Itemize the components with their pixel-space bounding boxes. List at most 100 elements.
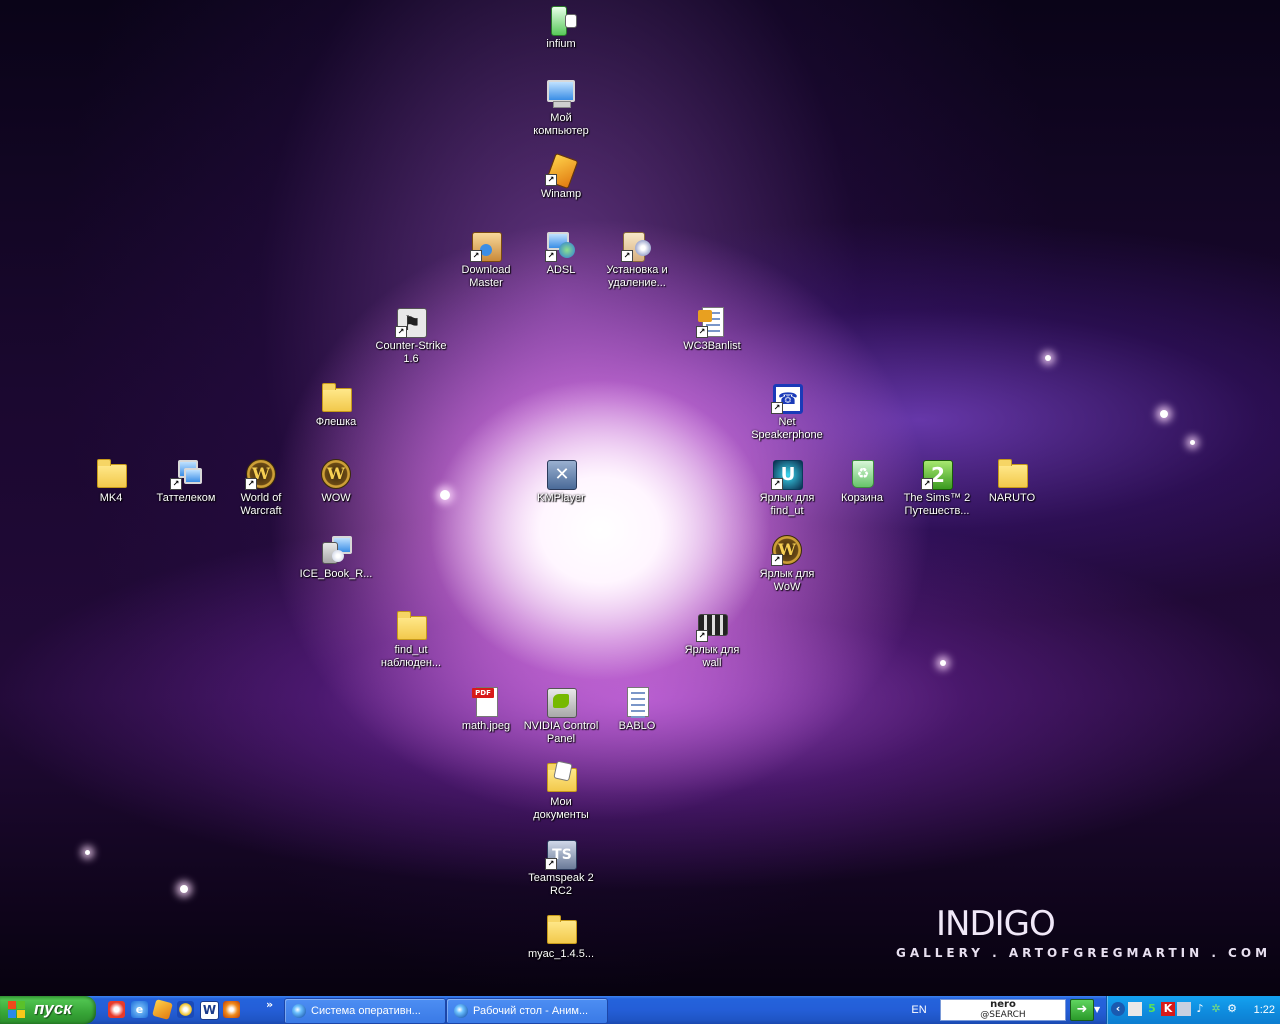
desktop[interactable]: INDIGO GALLERY . ARTOFGREGMARTIN . COM i…	[0, 0, 1280, 996]
desktop-icon-mk4[interactable]: MK4	[73, 458, 149, 505]
folder-icon	[996, 458, 1028, 490]
windows-logo-icon	[8, 1001, 26, 1019]
opera-icon[interactable]	[108, 1001, 125, 1018]
folder-icon	[95, 458, 127, 490]
desktop-icon-recycle-bin[interactable]: ♻ Корзина	[824, 458, 900, 505]
nero-brand: nero	[990, 999, 1016, 1010]
kaspersky-icon[interactable]: K	[1161, 1002, 1175, 1016]
desktop-icon-infium[interactable]: infium	[523, 4, 599, 51]
add-remove-programs-icon: ↗	[621, 230, 653, 262]
tray-network-icon[interactable]: ✲	[1209, 1002, 1223, 1016]
desktop-icon-world-of-warcraft[interactable]: W ↗ World of Warcraft	[223, 458, 299, 518]
desktop-icon-kmplayer[interactable]: ✕ KMPlayer	[523, 458, 599, 505]
nero-dropdown-icon[interactable]: ▼	[1094, 996, 1104, 1024]
icon-label: Мой компьютер	[533, 112, 589, 137]
speakerphone-icon: ☎ ↗	[771, 382, 803, 414]
network-icon[interactable]	[1128, 1002, 1142, 1016]
desktop-icon-net-speakerphone[interactable]: ☎ ↗ Net Speakerphone	[749, 382, 825, 442]
icon-label: Таттелеком	[156, 492, 216, 504]
icon-label: Корзина	[841, 492, 883, 504]
show-hidden-icons-button[interactable]: ‹	[1111, 1002, 1125, 1016]
icon-label: Ярлык для WoW	[759, 568, 815, 593]
desktop-icon-naruto[interactable]: NARUTO	[974, 458, 1050, 505]
task-label: Система оперативн...	[311, 1005, 421, 1017]
shortcut-arrow-icon: ↗	[696, 630, 708, 642]
desktop-icon-add-remove-programs[interactable]: ↗ Установка и удаление...	[599, 230, 675, 290]
world-of-warcraft-icon: W	[320, 458, 352, 490]
media-player-icon[interactable]	[177, 1001, 194, 1018]
desktop-icon-fleshka[interactable]: Флешка	[298, 382, 374, 429]
icon-label: ICE_Book_R...	[299, 568, 373, 580]
desktop-icon-my-documents[interactable]: Мои документы	[523, 760, 599, 822]
star-sparkle	[1045, 355, 1051, 361]
desktop-icon-shortcut-wall[interactable]: ↗ Ярлык для wall	[674, 610, 750, 670]
nero-search-go-button[interactable]: ➜	[1070, 999, 1094, 1021]
quick-launch-more-button[interactable]: »	[266, 998, 273, 1011]
nero-search-field[interactable]: nero @SEARCH	[940, 999, 1066, 1021]
task-label: Рабочий стол - Аним...	[473, 1005, 589, 1017]
icon-label: KMPlayer	[537, 492, 585, 504]
infium-icon	[545, 4, 577, 36]
star-sparkle	[180, 885, 188, 893]
volume-icon[interactable]: ♪	[1193, 1002, 1207, 1016]
desktop-icon-wc3banlist[interactable]: ↗ WC3Banlist	[674, 306, 750, 353]
desktop-icon-teamspeak[interactable]: TS ↗ Teamspeak 2 RC2	[523, 838, 599, 898]
icon-label: Ярлык для find_ut	[759, 492, 815, 517]
nero-icon[interactable]	[223, 1001, 240, 1018]
desktop-icon-nvidia-control-panel[interactable]: NVIDIA Control Panel	[523, 686, 599, 746]
shortcut-arrow-icon: ↗	[170, 478, 182, 490]
desktop-icon-find-ut-folder[interactable]: find_ut наблюден...	[373, 610, 449, 670]
desktop-icon-bablo[interactable]: BABLO	[599, 686, 675, 733]
desktop-icon-winamp[interactable]: ↗ Winamp	[523, 152, 599, 201]
safely-remove-hardware-icon[interactable]: ⚙	[1225, 1002, 1239, 1016]
unreal-tournament-icon: U ↗	[771, 458, 803, 490]
desktop-icon-shortcut-find-ut[interactable]: U ↗ Ярлык для find_ut	[749, 458, 825, 518]
star-sparkle	[85, 850, 90, 855]
network-connection-icon: ↗	[170, 458, 202, 490]
nvidia-icon	[545, 686, 577, 718]
shortcut-arrow-icon: ↗	[545, 174, 557, 186]
installer-icon	[320, 534, 352, 566]
icon-label: find_ut наблюден...	[380, 644, 442, 669]
desktop-icon-my-computer[interactable]: Мой компьютер	[523, 78, 599, 138]
desktop-icon-myac[interactable]: myac_1.4.5...	[523, 914, 599, 961]
shortcut-arrow-icon: ↗	[395, 326, 407, 338]
desktop-icon-counter-strike[interactable]: ⚑ ↗ Counter-Strike 1.6	[373, 306, 449, 366]
desktop-icon-sims2[interactable]: 2 ↗ The Sims™ 2 Путешеств...	[899, 458, 975, 518]
shortcut-arrow-icon: ↗	[545, 250, 557, 262]
winamp-icon[interactable]	[152, 999, 173, 1020]
icon-label: infium	[546, 38, 576, 50]
application-icon	[454, 1004, 468, 1019]
icon-label: math.jpeg	[461, 720, 511, 732]
icon-label: Download Master	[461, 264, 511, 289]
desktop-icon-math-jpeg[interactable]: PDF math.jpeg	[448, 686, 524, 733]
winamp-icon: ↗	[545, 152, 579, 190]
taskbar-button-task-2[interactable]: Рабочий стол - Аним...	[446, 998, 608, 1024]
icon-label: Teamspeak 2 RC2	[528, 872, 594, 897]
star-sparkle	[940, 660, 946, 666]
start-button[interactable]: пуск	[0, 996, 96, 1024]
desktop-icon-ice-book[interactable]: ICE_Book_R...	[298, 534, 374, 581]
icon-label: World of Warcraft	[240, 492, 282, 517]
icon-label: NARUTO	[988, 492, 1036, 504]
desktop-icon-adsl[interactable]: ↗ ADSL	[523, 230, 599, 277]
icon-label: Winamp	[540, 188, 582, 200]
recycle-bin-icon: ♻	[846, 458, 878, 490]
monitor-icon[interactable]	[1177, 1002, 1191, 1016]
folder-icon	[545, 914, 577, 946]
word-icon[interactable]: W	[200, 1001, 219, 1020]
start-label: пуск	[34, 999, 72, 1018]
shortcut-arrow-icon: ↗	[696, 326, 708, 338]
desktop-icon-download-master[interactable]: ↗ Download Master	[448, 230, 524, 290]
clock[interactable]: 1:22	[1254, 996, 1275, 1024]
desktop-icon-tattelecom[interactable]: ↗ Таттелеком	[148, 458, 224, 505]
tray-app-5-icon[interactable]: 5	[1145, 1002, 1159, 1016]
shortcut-arrow-icon: ↗	[771, 478, 783, 490]
internet-explorer-icon[interactable]: e	[131, 1001, 148, 1018]
desktop-icon-wow[interactable]: W WOW	[298, 458, 374, 505]
language-indicator[interactable]: EN	[904, 996, 934, 1024]
taskbar: пуск e W » Система оперативн... Рабочий …	[0, 996, 1280, 1024]
desktop-icon-shortcut-wow[interactable]: W ↗ Ярлык для WoW	[749, 534, 825, 594]
taskbar-button-task-1[interactable]: Система оперативн...	[284, 998, 446, 1024]
shortcut-arrow-icon: ↗	[921, 478, 933, 490]
